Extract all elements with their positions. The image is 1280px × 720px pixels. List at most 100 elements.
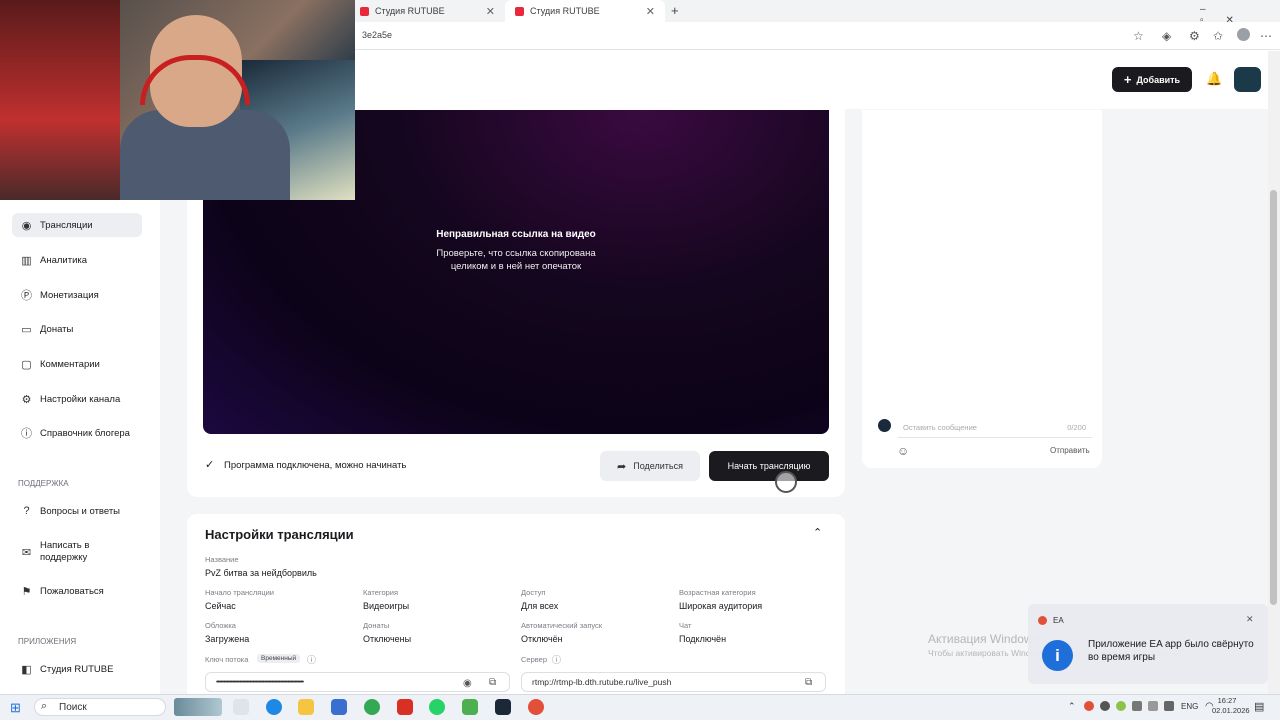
info-icon: i <box>1042 640 1073 671</box>
name-value: PvZ битва за нейдборвиль <box>205 568 317 578</box>
add-button-label: Добавить <box>1136 74 1181 85</box>
ea-app-icon[interactable] <box>528 699 544 715</box>
address-field[interactable]: 3e2a5e <box>356 26 1156 46</box>
profile-avatar[interactable] <box>1237 28 1250 41</box>
chat-avatar <box>878 419 891 432</box>
channel-avatar[interactable] <box>1234 67 1261 92</box>
help-icon[interactable]: ⓘ <box>552 653 561 666</box>
tray-icon[interactable] <box>1116 701 1126 711</box>
translate-icon[interactable]: ⚙ <box>1189 29 1200 43</box>
sidebar-item-donations[interactable]: ▭ Донаты <box>12 317 142 341</box>
sidebar-item-channel-settings[interactable]: ⚙ Настройки канала <box>12 387 142 411</box>
tray-icon[interactable] <box>1084 701 1094 711</box>
field-value: Сейчас <box>205 601 236 611</box>
chat-panel <box>862 110 1102 468</box>
sidebar-item-faq[interactable]: ? Вопросы и ответы <box>12 499 142 523</box>
browser-tab-active[interactable]: Студия RUTUBE ✕ <box>505 0 665 22</box>
gear-icon: ⚙ <box>21 393 32 406</box>
steam-icon[interactable] <box>495 699 511 715</box>
taskbar-search[interactable]: ⌕ Поиск <box>34 698 166 716</box>
sidebar-item-monetization[interactable]: Ⓟ Монетизация <box>12 283 142 307</box>
share-button[interactable]: ➦ Поделиться <box>600 451 700 481</box>
error-message: Проверьте, что ссылка скопирована целиком… <box>203 247 829 273</box>
bell-icon[interactable]: 🔔 <box>1206 71 1222 87</box>
webcam-background <box>0 0 120 200</box>
app-icon[interactable] <box>397 699 413 715</box>
tray-icon[interactable] <box>1164 701 1174 711</box>
sidebar-item-report[interactable]: ⚑ Пожаловаться <box>12 579 142 603</box>
chart-icon: ▥ <box>21 254 32 267</box>
chat-input[interactable]: Оставить сообщение 0/200 <box>898 418 1092 438</box>
sidebar-item-blogger-guide[interactable]: ⓘ Справочник блогера <box>12 421 142 445</box>
notifications-icon[interactable]: ▤ <box>1254 700 1264 713</box>
info-icon: ⓘ <box>21 428 32 440</box>
sidebar-item-label: Справочник блогера <box>40 427 130 439</box>
field-value: Для всех <box>521 601 559 611</box>
clock-date: 02.01.2026 <box>1212 706 1250 715</box>
add-button[interactable]: + Добавить <box>1112 67 1192 92</box>
app-icon[interactable] <box>331 699 347 715</box>
copy-icon[interactable]: ⧉ <box>805 677 813 688</box>
sidebar-item-comments[interactable]: ▢ Комментарии <box>12 352 142 376</box>
send-button[interactable]: Отправить <box>1050 446 1090 455</box>
error-title: Неправильная ссылка на видео <box>436 229 596 240</box>
whatsapp-icon[interactable] <box>429 699 445 715</box>
clock[interactable]: 16:27 02.01.2026 <box>1212 696 1250 716</box>
server-label: Сервер <box>521 655 548 664</box>
sidebar-item-broadcasts[interactable]: ◉ Трансляции <box>12 213 142 237</box>
chevron-up-icon[interactable]: ⌃ <box>1068 701 1076 712</box>
close-icon[interactable]: ✕ <box>646 5 655 18</box>
field-value: Широкая аудитория <box>679 601 763 611</box>
browser-tab[interactable]: Студия RUTUBE ✕ <box>350 0 505 22</box>
sidebar-item-analytics[interactable]: ▥ Аналитика <box>12 248 142 272</box>
app-icon[interactable] <box>462 699 478 715</box>
notification-app: EA <box>1053 616 1064 625</box>
error-line: целиком и в ней нет опечаток <box>450 261 582 272</box>
emoji-icon[interactable]: ☺ <box>897 444 909 458</box>
broadcast-icon: ◉ <box>21 219 32 232</box>
field-value: Отключены <box>363 634 412 644</box>
field-label: Донаты <box>363 621 390 630</box>
check-icon: ✓ <box>205 459 215 471</box>
error-line: Проверьте, что ссылка скопирована <box>436 248 596 259</box>
tray-icon[interactable] <box>1148 701 1158 711</box>
settings-title: Настройки трансляции <box>205 527 354 542</box>
share-icon: ➦ <box>617 460 627 473</box>
close-icon[interactable]: ✕ <box>486 5 495 18</box>
menu-icon[interactable]: ⋯ <box>1260 29 1272 43</box>
new-tab-icon[interactable]: + <box>671 3 679 18</box>
extension-icon[interactable]: ◈ <box>1162 29 1171 43</box>
language-indicator[interactable]: ENG <box>1181 702 1198 711</box>
field-label: Обложка <box>205 621 236 630</box>
copy-icon[interactable]: ⧉ <box>489 677 497 688</box>
close-icon[interactable]: ✕ <box>1246 614 1254 625</box>
scrollbar-thumb[interactable] <box>1270 190 1277 605</box>
tray-icon[interactable] <box>1100 701 1110 711</box>
start-stream-button[interactable]: Начать трансляцию <box>709 451 829 481</box>
sidebar-item-label: Студия RUTUBE <box>40 663 114 675</box>
windows-start-icon[interactable]: ⊞ <box>10 700 21 716</box>
file-explorer-icon[interactable] <box>298 699 314 715</box>
flag-icon: ⚑ <box>21 585 32 598</box>
coin-icon: Ⓟ <box>21 290 32 302</box>
plus-icon: + <box>1123 72 1132 87</box>
help-icon[interactable]: ⓘ <box>307 653 316 666</box>
star-icon[interactable]: ☆ <box>1133 29 1144 43</box>
task-view-icon[interactable] <box>233 699 249 715</box>
chevron-up-icon[interactable]: ⌃ <box>813 526 822 539</box>
eye-icon[interactable]: ◉ <box>463 678 472 689</box>
edge-icon[interactable] <box>266 699 282 715</box>
field-label: Категория <box>363 588 399 597</box>
chat-counter: 0/200 <box>1067 423 1086 432</box>
sidebar-item-rutube-studio[interactable]: ◧ Студия RUTUBE <box>12 657 142 681</box>
sidebar-item-write-support[interactable]: ✉ Написать в поддержку <box>12 538 142 566</box>
server-field[interactable]: rtmp://rtmp-lb.dth.rutube.ru/live_push <box>521 672 826 692</box>
apps-heading: ПРИЛОЖЕНИЯ <box>18 637 77 646</box>
tray-icon[interactable] <box>1132 701 1142 711</box>
rutube-studio-icon: ◧ <box>21 663 32 676</box>
label-line: поддержку <box>40 552 88 563</box>
cursor-indicator <box>775 471 797 493</box>
search-icon: ⌕ <box>41 700 48 712</box>
favorites-icon[interactable]: ✩ <box>1213 29 1223 43</box>
chrome-icon[interactable] <box>364 699 380 715</box>
